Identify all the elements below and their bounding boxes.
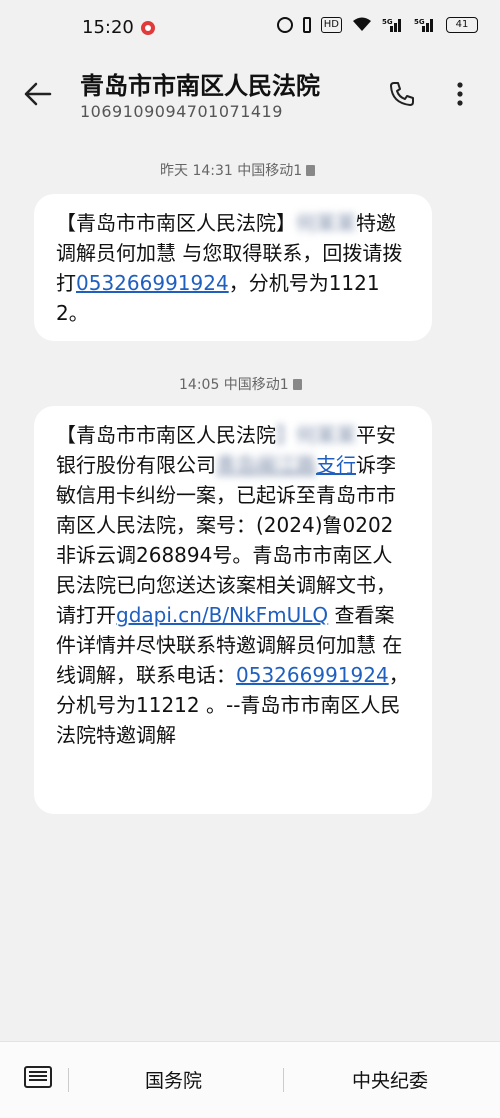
message-text: 诉李敏信用卡纠纷一案，已起诉至青岛市市南区人民法院，案号：(2024)鲁0202…	[56, 453, 396, 627]
hd-icon: HD	[320, 17, 342, 33]
conversation-header: 青岛市市南区人民法院 106910909470107141​9	[0, 56, 500, 136]
contact-name: 青岛市市南区人民法院	[80, 72, 320, 100]
sim-icon	[292, 379, 302, 390]
vibrate-icon	[302, 17, 311, 33]
more-vertical-icon	[457, 82, 463, 106]
more-options-button[interactable]	[448, 78, 472, 110]
quick-reply-button-2[interactable]: 中央纪委	[352, 1066, 428, 1093]
phone-icon	[390, 82, 414, 106]
status-icons: HD 5G 5G 41	[276, 16, 478, 34]
notification-icon	[141, 21, 155, 35]
message-timestamp: 14:05 中国移动1	[179, 374, 302, 394]
redacted-text: 】何某某	[276, 423, 356, 447]
wifi-icon	[352, 16, 372, 34]
redacted-link[interactable]: 青岛闽江路	[216, 453, 316, 477]
back-button[interactable]	[20, 76, 56, 112]
phone-link[interactable]: 053266991924	[76, 271, 229, 295]
redacted-text: 何某某	[296, 211, 356, 235]
message-timestamp: 昨天 14:31 中国移动1	[160, 160, 316, 180]
signal-label-2: 5G	[414, 18, 425, 26]
quick-reply-button-1[interactable]: 国务院	[145, 1066, 202, 1093]
signal-icon-2: 5G	[414, 16, 436, 34]
message-bubble[interactable]: 【青岛市市南区人民法院】何某某平安银行股份有限公司青岛闽江路支行诉李敏信用卡纠纷…	[34, 406, 432, 814]
signal-label-1: 5G	[382, 18, 393, 26]
url-link[interactable]: gdapi.cn/B/NkFmULQ	[116, 603, 328, 627]
status-bar: 15:20 HD 5G 5G 41	[0, 0, 500, 56]
bottom-bar: 国务院 中央纪委	[0, 1041, 500, 1118]
menu-keyboard-icon[interactable]	[24, 1066, 52, 1088]
message-bubble[interactable]: 【青岛市市南区人民法院】何某某特邀调解员何加慧 与您取得联系，回拨请拨打0532…	[34, 194, 432, 341]
back-arrow-icon	[24, 82, 52, 106]
sim-icon	[306, 165, 316, 176]
message-text: 【青岛市市南区人民法院】	[56, 211, 296, 235]
divider	[68, 1068, 69, 1092]
message-text: 【青岛市市南区人民法院	[56, 423, 276, 447]
divider	[283, 1068, 284, 1092]
branch-link[interactable]: 支行	[316, 453, 356, 477]
status-time: 15:20	[82, 17, 134, 38]
signal-icon-1: 5G	[382, 16, 404, 34]
call-button[interactable]	[386, 78, 418, 110]
alarm-icon	[276, 17, 293, 33]
battery-icon: 41	[446, 17, 478, 33]
sender-number: 106910909470107141​9	[80, 102, 283, 121]
phone-link[interactable]: 053266991924	[236, 663, 389, 687]
message-meta-text: 昨天 14:31 中国移动1	[160, 163, 303, 179]
message-meta-text: 14:05 中国移动1	[179, 377, 289, 393]
